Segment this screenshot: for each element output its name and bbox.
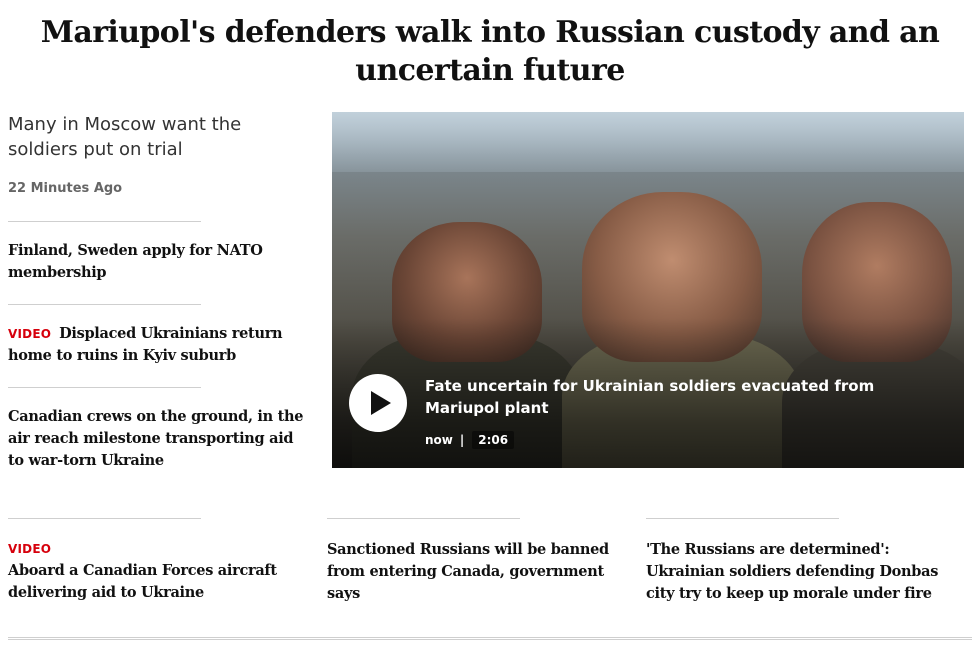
story-subhead: Many in Moscow want the soldiers put on … <box>8 114 242 160</box>
bottom-story-title: Sanctioned Russians will be banned from … <box>327 541 609 602</box>
divider <box>8 221 201 222</box>
bus-window-glare <box>332 112 964 172</box>
video-duration: 2:06 <box>472 431 515 449</box>
video-meta: now | 2:06 <box>425 431 515 449</box>
play-button[interactable] <box>349 374 407 432</box>
bottom-story-title: 'The Russians are determined': Ukrainian… <box>646 541 939 602</box>
divider <box>646 518 839 519</box>
sidebar-story-aid-milestone[interactable]: Canadian crews on the ground, in the air… <box>8 406 308 472</box>
bottom-story-aircraft[interactable]: VIDEO Aboard a Canadian Forces aircraft d… <box>8 541 308 604</box>
video-tag: VIDEO <box>8 327 52 341</box>
divider <box>8 387 201 388</box>
bottom-story-donbas[interactable]: 'The Russians are determined': Ukrainian… <box>646 539 946 605</box>
divider <box>8 304 201 305</box>
sidebar-story-title: Finland, Sweden apply for NATO membershi… <box>8 242 263 281</box>
meta-separator: | <box>459 433 465 447</box>
sidebar-story-kyiv[interactable]: VIDEO Displaced Ukrainians return home to… <box>8 323 308 367</box>
page-headline[interactable]: Mariupol's defenders walk into Russian c… <box>40 14 940 90</box>
divider <box>8 518 201 519</box>
video-caption[interactable]: Fate uncertain for Ukrainian soldiers ev… <box>425 375 945 419</box>
story-timestamp: 22 Minutes Ago <box>8 181 123 196</box>
sidebar-story-title: Canadian crews on the ground, in the air… <box>8 408 304 469</box>
video-tag: VIDEO <box>8 542 52 556</box>
divider <box>327 518 520 519</box>
video-time-label: now <box>425 433 453 447</box>
bottom-story-sanctions[interactable]: Sanctioned Russians will be banned from … <box>327 539 632 605</box>
section-divider <box>8 637 972 640</box>
play-icon <box>371 391 391 415</box>
bottom-story-title: Aboard a Canadian Forces aircraft delive… <box>8 562 277 601</box>
sidebar-story-nato[interactable]: Finland, Sweden apply for NATO membershi… <box>8 240 308 284</box>
hero-video-player[interactable]: Fate uncertain for Ukrainian soldiers ev… <box>332 112 964 468</box>
